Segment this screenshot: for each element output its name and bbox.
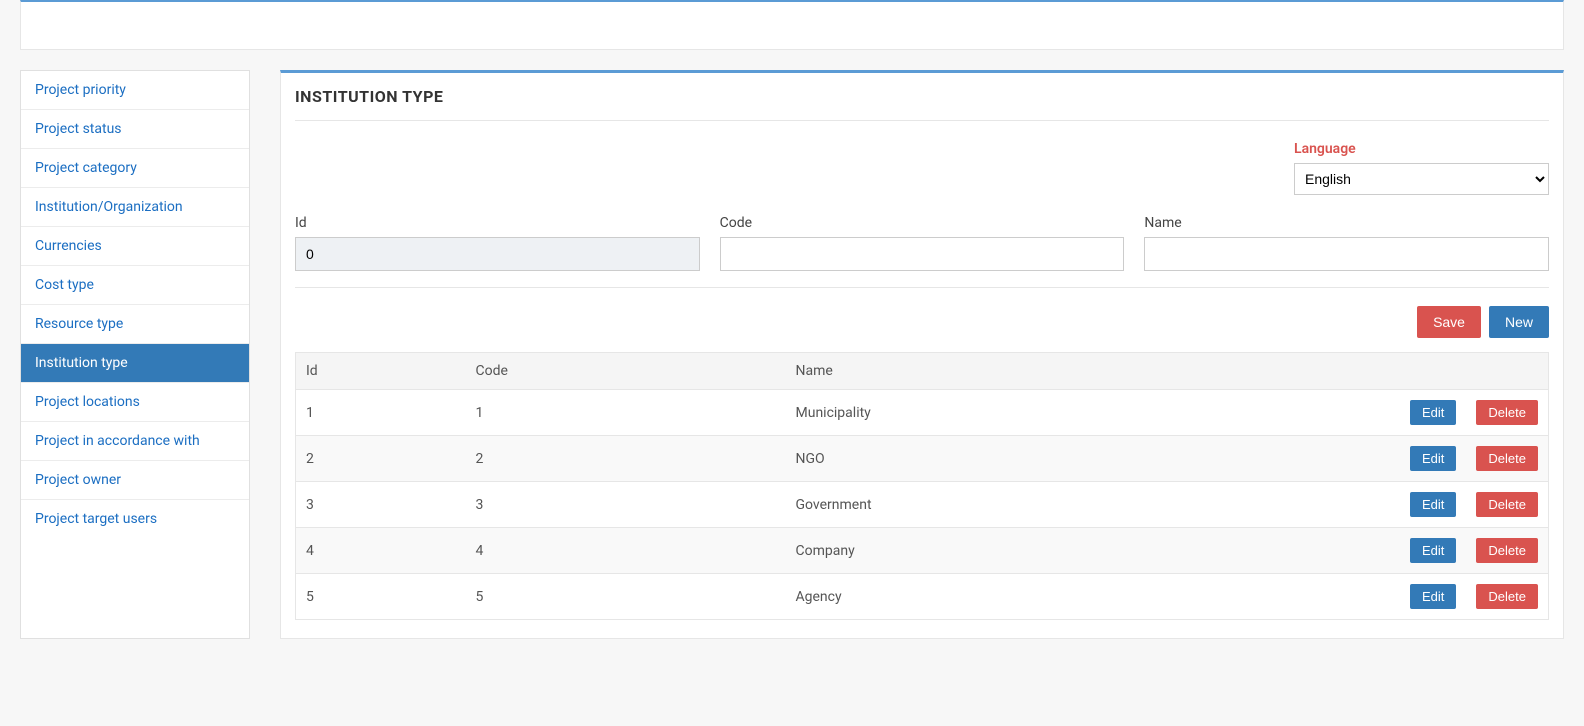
cell-edit: Edit <box>1400 574 1466 620</box>
code-field-group: Code <box>720 215 1125 271</box>
cell-id: 4 <box>296 528 466 574</box>
header-name: Name <box>786 353 1401 390</box>
cell-name: Agency <box>786 574 1401 620</box>
sidebar-item-cost-type[interactable]: Cost type <box>21 266 249 305</box>
delete-button[interactable]: Delete <box>1476 400 1538 425</box>
main-panel: INSTITUTION TYPE Language English Id Cod… <box>280 70 1564 639</box>
cell-edit: Edit <box>1400 482 1466 528</box>
name-field-group: Name <box>1144 215 1549 271</box>
cell-code: 4 <box>466 528 786 574</box>
id-input <box>295 237 700 271</box>
edit-button[interactable]: Edit <box>1410 492 1456 517</box>
edit-button[interactable]: Edit <box>1410 538 1456 563</box>
delete-button[interactable]: Delete <box>1476 446 1538 471</box>
header-edit <box>1400 353 1466 390</box>
cell-code: 5 <box>466 574 786 620</box>
cell-code: 3 <box>466 482 786 528</box>
cell-id: 3 <box>296 482 466 528</box>
page-container: Project priorityProject statusProject ca… <box>0 50 1584 659</box>
table-row: 55AgencyEditDelete <box>296 574 1549 620</box>
sidebar-item-institution-organization[interactable]: Institution/Organization <box>21 188 249 227</box>
table-header-row: Id Code Name <box>296 353 1549 390</box>
new-button[interactable]: New <box>1489 306 1549 338</box>
sidebar-item-project-priority[interactable]: Project priority <box>21 71 249 110</box>
cell-edit: Edit <box>1400 528 1466 574</box>
sidebar-item-project-in-accordance-with[interactable]: Project in accordance with <box>21 422 249 461</box>
cell-edit: Edit <box>1400 436 1466 482</box>
header-delete <box>1466 353 1548 390</box>
cell-delete: Delete <box>1466 574 1548 620</box>
edit-button[interactable]: Edit <box>1410 584 1456 609</box>
cell-id: 1 <box>296 390 466 436</box>
language-block: Language English <box>1294 141 1549 195</box>
save-button[interactable]: Save <box>1417 306 1481 338</box>
button-row: Save New <box>295 288 1549 352</box>
id-label: Id <box>295 215 700 231</box>
name-label: Name <box>1144 215 1549 231</box>
sidebar-item-currencies[interactable]: Currencies <box>21 227 249 266</box>
name-input[interactable] <box>1144 237 1549 271</box>
cell-name: Government <box>786 482 1401 528</box>
id-field-group: Id <box>295 215 700 271</box>
header-id: Id <box>296 353 466 390</box>
cell-id: 5 <box>296 574 466 620</box>
table-row: 33GovernmentEditDelete <box>296 482 1549 528</box>
page-title: INSTITUTION TYPE <box>295 87 1549 121</box>
cell-delete: Delete <box>1466 482 1548 528</box>
language-select[interactable]: English <box>1294 163 1549 195</box>
sidebar-item-project-status[interactable]: Project status <box>21 110 249 149</box>
cell-id: 2 <box>296 436 466 482</box>
table-row: 11MunicipalityEditDelete <box>296 390 1549 436</box>
sidebar-item-resource-type[interactable]: Resource type <box>21 305 249 344</box>
top-bar <box>20 0 1564 50</box>
language-row: Language English <box>295 141 1549 195</box>
table-row: 22NGOEditDelete <box>296 436 1549 482</box>
sidebar-item-project-locations[interactable]: Project locations <box>21 383 249 422</box>
edit-button[interactable]: Edit <box>1410 400 1456 425</box>
cell-code: 1 <box>466 390 786 436</box>
sidebar: Project priorityProject statusProject ca… <box>20 70 250 639</box>
sidebar-item-institution-type[interactable]: Institution type <box>21 344 249 383</box>
sidebar-item-project-target-users[interactable]: Project target users <box>21 500 249 538</box>
cell-delete: Delete <box>1466 436 1548 482</box>
code-label: Code <box>720 215 1125 231</box>
code-input[interactable] <box>720 237 1125 271</box>
header-code: Code <box>466 353 786 390</box>
delete-button[interactable]: Delete <box>1476 584 1538 609</box>
delete-button[interactable]: Delete <box>1476 492 1538 517</box>
data-table: Id Code Name 11MunicipalityEditDelete22N… <box>295 352 1549 620</box>
cell-edit: Edit <box>1400 390 1466 436</box>
cell-name: NGO <box>786 436 1401 482</box>
cell-name: Company <box>786 528 1401 574</box>
form-area: Language English Id Code Name <box>295 141 1549 288</box>
cell-code: 2 <box>466 436 786 482</box>
table-row: 44CompanyEditDelete <box>296 528 1549 574</box>
delete-button[interactable]: Delete <box>1476 538 1538 563</box>
language-label: Language <box>1294 141 1549 157</box>
sidebar-item-project-owner[interactable]: Project owner <box>21 461 249 500</box>
edit-button[interactable]: Edit <box>1410 446 1456 471</box>
cell-delete: Delete <box>1466 390 1548 436</box>
cell-name: Municipality <box>786 390 1401 436</box>
cell-delete: Delete <box>1466 528 1548 574</box>
sidebar-item-project-category[interactable]: Project category <box>21 149 249 188</box>
